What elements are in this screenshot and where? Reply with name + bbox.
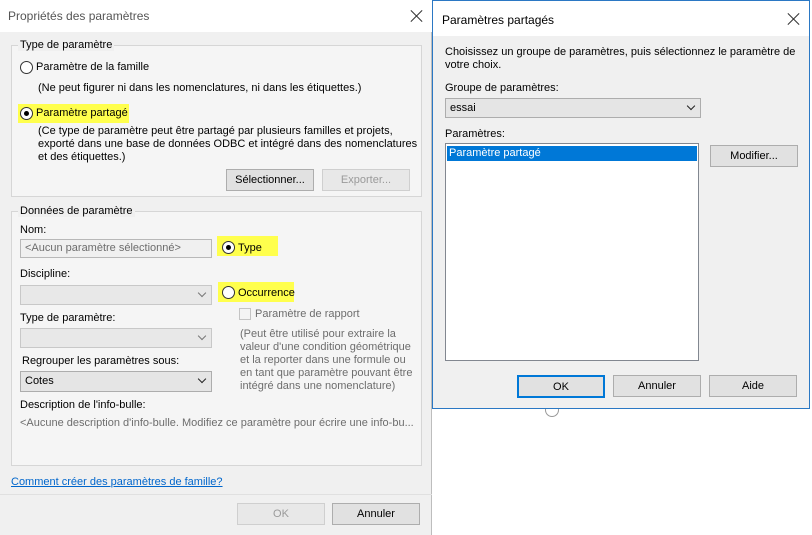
group-under-dropdown[interactable]: Cotes (20, 371, 212, 392)
shared-cancel-button[interactable]: Annuler (613, 375, 701, 397)
button-bar-divider (0, 494, 432, 495)
discipline-dropdown[interactable] (20, 285, 212, 305)
shared-param-desc-line1: (Ce type de paramètre peut être partagé … (38, 125, 393, 137)
chevron-down-icon (197, 288, 207, 298)
shared-dialog-title: Paramètres partagés (442, 13, 555, 27)
ok-button[interactable]: OK (237, 503, 325, 525)
dialog-title: Propriétés des paramètres (8, 9, 150, 23)
params-listbox[interactable]: Paramètre partagé (445, 143, 699, 361)
chevron-down-icon (197, 374, 207, 384)
param-data-legend: Données de paramètre (18, 205, 135, 217)
occurrence-radio[interactable] (222, 286, 235, 299)
instruction-line1: Choisissez un groupe de paramètres, puis… (445, 46, 796, 58)
group-under-label: Regrouper les paramètres sous: (22, 355, 180, 367)
report-desc-line4: en tant que paramètre pouvant être (240, 367, 413, 379)
shared-ok-button[interactable]: OK (517, 375, 605, 398)
discipline-label: Discipline: (20, 268, 71, 280)
params-label: Paramètres: (445, 128, 505, 140)
modify-button[interactable]: Modifier... (710, 145, 798, 167)
type-radio[interactable] (222, 241, 235, 254)
family-param-radio[interactable] (20, 61, 33, 74)
report-desc-line1: (Peut être utilisé pour extraire la (240, 328, 396, 340)
close-icon[interactable] (410, 9, 424, 23)
close-icon[interactable] (787, 12, 801, 26)
shared-param-radio[interactable] (20, 107, 33, 120)
tooltip-desc-value[interactable]: <Aucune description d'info-bulle. Modifi… (20, 417, 416, 429)
family-param-label: Paramètre de la famille (36, 61, 150, 73)
param-type-label: Type de paramètre: (20, 312, 116, 324)
family-param-description: (Ne peut figurer ni dans les nomenclatur… (38, 82, 362, 94)
name-field[interactable]: <Aucun paramètre sélectionné> (20, 239, 212, 258)
group-under-value: Cotes (25, 375, 54, 387)
shared-param-label: Paramètre partagé (36, 107, 128, 119)
occurrence-radio-label: Occurrence (238, 287, 295, 299)
group-dropdown-value: essai (450, 102, 476, 114)
list-item-selected[interactable]: Paramètre partagé (447, 146, 697, 161)
chevron-down-icon (686, 101, 696, 111)
name-label: Nom: (20, 224, 47, 236)
parameter-properties-dialog: Propriétés des paramètres Type de paramè… (0, 0, 432, 535)
report-param-label: Paramètre de rapport (255, 308, 360, 320)
report-desc-line3: et la reporter dans une formule ou (240, 354, 406, 366)
cancel-button[interactable]: Annuler (332, 503, 420, 525)
report-desc-line5: intégré dans une nomenclature) (240, 380, 396, 392)
param-type-legend: Type de paramètre (18, 39, 115, 51)
shared-param-desc-line3: et des étiquettes.) (38, 151, 126, 163)
group-label: Groupe de paramètres: (445, 82, 559, 94)
report-desc-line2: valeur d'une condition géométrique (240, 341, 411, 353)
tooltip-desc-label: Description de l'info-bulle: (20, 399, 146, 411)
shared-parameters-dialog: Paramètres partagés Choisissez un groupe… (432, 0, 810, 409)
help-link[interactable]: Comment créer des paramètres de famille? (11, 476, 223, 488)
type-radio-label: Type (238, 242, 262, 254)
param-type-dropdown[interactable] (20, 328, 212, 348)
export-button[interactable]: Exporter... (322, 169, 410, 191)
chevron-down-icon (197, 331, 207, 341)
group-dropdown[interactable]: essai (445, 98, 701, 118)
select-button[interactable]: Sélectionner... (226, 169, 314, 191)
instruction-line2: votre choix. (445, 59, 502, 71)
report-param-checkbox[interactable] (239, 308, 251, 320)
help-button[interactable]: Aide (709, 375, 797, 397)
shared-param-desc-line2: exporté dans une base de données ODBC et… (38, 138, 418, 150)
